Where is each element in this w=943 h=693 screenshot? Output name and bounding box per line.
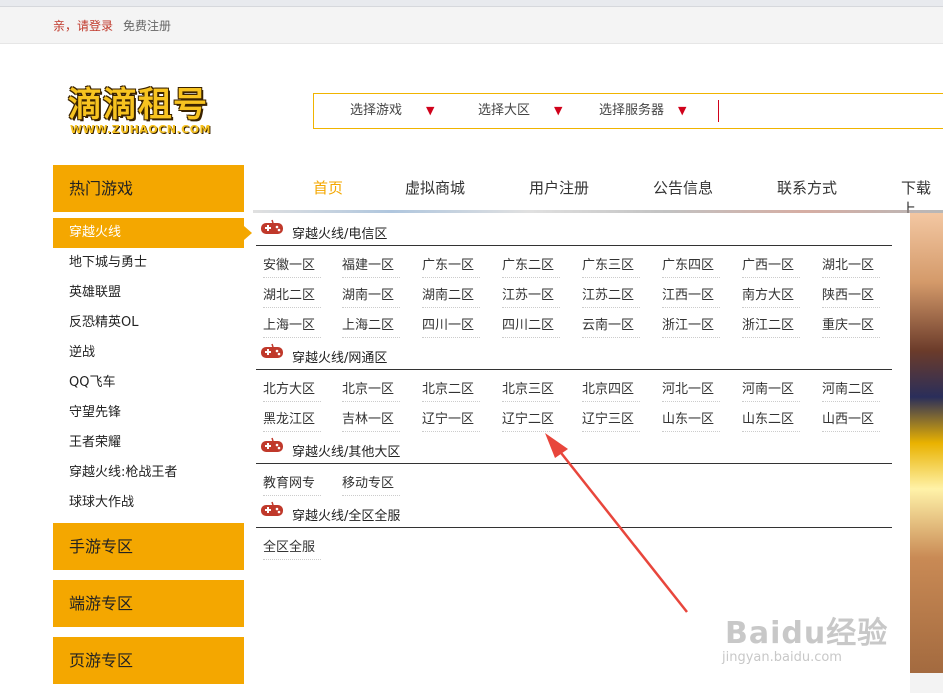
mobile-games-header[interactable]: 手游专区 bbox=[53, 523, 244, 570]
nav-home[interactable]: 首页 bbox=[313, 177, 343, 198]
server-link[interactable]: 辽宁一区 bbox=[422, 408, 480, 432]
web-games-header[interactable]: 页游专区 bbox=[53, 637, 244, 684]
nav-virtual-mall[interactable]: 虚拟商城 bbox=[405, 177, 465, 198]
server-link[interactable]: 河北一区 bbox=[662, 378, 720, 402]
sidebar-item-qqspeed[interactable]: QQ飞车 bbox=[53, 368, 244, 398]
server-link[interactable]: 移动专区 bbox=[342, 472, 400, 496]
site-logo[interactable]: 滴滴租号 WWW.ZUHAOCN.COM bbox=[68, 85, 224, 141]
server-link[interactable]: 浙江二区 bbox=[742, 314, 800, 338]
server-link[interactable]: 云南一区 bbox=[582, 314, 640, 338]
server-link[interactable]: 辽宁三区 bbox=[582, 408, 640, 432]
server-link[interactable]: 广西一区 bbox=[742, 254, 800, 278]
gamepad-icon bbox=[261, 437, 283, 452]
server-link[interactable]: 湖南二区 bbox=[422, 284, 480, 308]
section-header: 穿越火线/其他大区 bbox=[256, 431, 892, 464]
server-link[interactable]: 广东四区 bbox=[662, 254, 720, 278]
server-link[interactable]: 上海一区 bbox=[263, 314, 321, 338]
server-link[interactable]: 山东一区 bbox=[662, 408, 720, 432]
sidebar-item-csol[interactable]: 反恐精英OL bbox=[53, 308, 244, 338]
divider bbox=[718, 100, 719, 122]
server-link[interactable]: 重庆一区 bbox=[822, 314, 880, 338]
sidebar-item-cf[interactable]: 穿越火线 bbox=[53, 218, 252, 248]
logo-title: 滴滴租号 bbox=[68, 85, 208, 125]
section-title: 穿越火线/网通区 bbox=[292, 351, 388, 366]
dropdown-arrow-icon: ▼ bbox=[554, 104, 563, 117]
server-link[interactable]: 陕西一区 bbox=[822, 284, 880, 308]
baidu-watermark: Baidu经验 bbox=[725, 616, 889, 651]
sidebar-item-overwatch[interactable]: 守望先锋 bbox=[53, 398, 244, 428]
server-link[interactable]: 上海二区 bbox=[342, 314, 400, 338]
dropdown-arrow-icon: ▼ bbox=[678, 104, 687, 117]
register-link[interactable]: 免费注册 bbox=[123, 17, 171, 34]
hot-games-list: 穿越火线 地下城与勇士 英雄联盟 反恐精英OL 逆战 QQ飞车 守望先锋 王者荣… bbox=[53, 218, 252, 518]
server-link[interactable]: 江西一区 bbox=[662, 284, 720, 308]
server-link[interactable]: 广东三区 bbox=[582, 254, 640, 278]
server-link[interactable]: 北方大区 bbox=[263, 378, 321, 402]
section-title: 穿越火线/全区全服 bbox=[292, 509, 401, 524]
server-select-label: 选择服务器 bbox=[599, 103, 665, 118]
server-link[interactable]: 南方大区 bbox=[742, 284, 800, 308]
server-link[interactable]: 黑龙江区 bbox=[263, 408, 321, 432]
server-link[interactable]: 四川二区 bbox=[502, 314, 560, 338]
server-link[interactable]: 辽宁二区 bbox=[502, 408, 560, 432]
server-link[interactable]: 湖北一区 bbox=[822, 254, 880, 278]
server-link[interactable]: 北京一区 bbox=[342, 378, 400, 402]
server-link[interactable]: 江苏二区 bbox=[582, 284, 640, 308]
server-link[interactable]: 北京二区 bbox=[422, 378, 480, 402]
nav-user-register[interactable]: 用户注册 bbox=[529, 177, 589, 198]
server-select[interactable]: 选择服务器 ▼ bbox=[599, 94, 686, 128]
promo-banner-image[interactable] bbox=[910, 213, 943, 673]
game-select-label: 选择游戏 bbox=[350, 103, 403, 118]
server-link[interactable]: 湖北二区 bbox=[263, 284, 321, 308]
sidebar-item-lol[interactable]: 英雄联盟 bbox=[53, 278, 244, 308]
baidu-watermark-url: jingyan.baidu.com bbox=[722, 650, 842, 665]
game-select[interactable]: 选择游戏 ▼ bbox=[350, 94, 434, 128]
section-header: 穿越火线/全区全服 bbox=[256, 495, 892, 528]
server-link[interactable]: 北京三区 bbox=[502, 378, 560, 402]
hot-games-header[interactable]: 热门游戏 bbox=[53, 165, 244, 212]
server-link[interactable]: 全区全服 bbox=[263, 536, 321, 560]
server-link[interactable]: 教育网专 bbox=[263, 472, 321, 496]
dropdown-arrow-icon: ▼ bbox=[426, 104, 435, 117]
section-header: 穿越火线/电信区 bbox=[256, 213, 892, 246]
sidebar-item-qqdzz[interactable]: 球球大作战 bbox=[53, 488, 244, 518]
server-link[interactable]: 广东二区 bbox=[502, 254, 560, 278]
client-games-header[interactable]: 端游专区 bbox=[53, 580, 244, 627]
top-bar: 亲，请登录 免费注册 bbox=[0, 7, 943, 44]
logo-url: WWW.ZUHAOCN.COM bbox=[70, 123, 211, 136]
gamepad-icon bbox=[261, 219, 283, 234]
sidebar-item-nz[interactable]: 逆战 bbox=[53, 338, 244, 368]
server-link[interactable]: 四川一区 bbox=[422, 314, 480, 338]
browser-tab-strip bbox=[0, 0, 943, 7]
section-header: 穿越火线/网通区 bbox=[256, 337, 892, 370]
server-link[interactable]: 北京四区 bbox=[582, 378, 640, 402]
sidebar-item-dnf[interactable]: 地下城与勇士 bbox=[53, 248, 244, 278]
gamepad-icon bbox=[261, 343, 283, 358]
server-link[interactable]: 江苏一区 bbox=[502, 284, 560, 308]
sidebar-item-wzry[interactable]: 王者荣耀 bbox=[53, 428, 244, 458]
section-title: 穿越火线/电信区 bbox=[292, 227, 388, 242]
server-link[interactable]: 广东一区 bbox=[422, 254, 480, 278]
server-link[interactable]: 湖南一区 bbox=[342, 284, 400, 308]
server-link[interactable]: 浙江一区 bbox=[662, 314, 720, 338]
server-link[interactable]: 山东二区 bbox=[742, 408, 800, 432]
server-link[interactable]: 山西一区 bbox=[822, 408, 880, 432]
nav-announcements[interactable]: 公告信息 bbox=[653, 177, 713, 198]
server-link[interactable]: 福建一区 bbox=[342, 254, 400, 278]
server-link[interactable]: 河南一区 bbox=[742, 378, 800, 402]
server-link[interactable]: 吉林一区 bbox=[342, 408, 400, 432]
login-link[interactable]: 亲，请登录 bbox=[53, 17, 113, 34]
nav-contact[interactable]: 联系方式 bbox=[777, 177, 837, 198]
server-link[interactable]: 安徽一区 bbox=[263, 254, 321, 278]
region-select[interactable]: 选择大区 ▼ bbox=[478, 94, 562, 128]
region-select-label: 选择大区 bbox=[478, 103, 531, 118]
gamepad-icon bbox=[261, 501, 283, 516]
server-link[interactable]: 河南二区 bbox=[822, 378, 880, 402]
section-title: 穿越火线/其他大区 bbox=[292, 445, 401, 460]
server-search-bar: 选择游戏 ▼ 选择大区 ▼ 选择服务器 ▼ bbox=[313, 93, 943, 129]
banner-bottom bbox=[910, 673, 943, 693]
main-nav: 首页 虚拟商城 用户注册 公告信息 联系方式 下载上 bbox=[253, 165, 943, 218]
sidebar-item-cfm[interactable]: 穿越火线:枪战王者 bbox=[53, 458, 244, 488]
